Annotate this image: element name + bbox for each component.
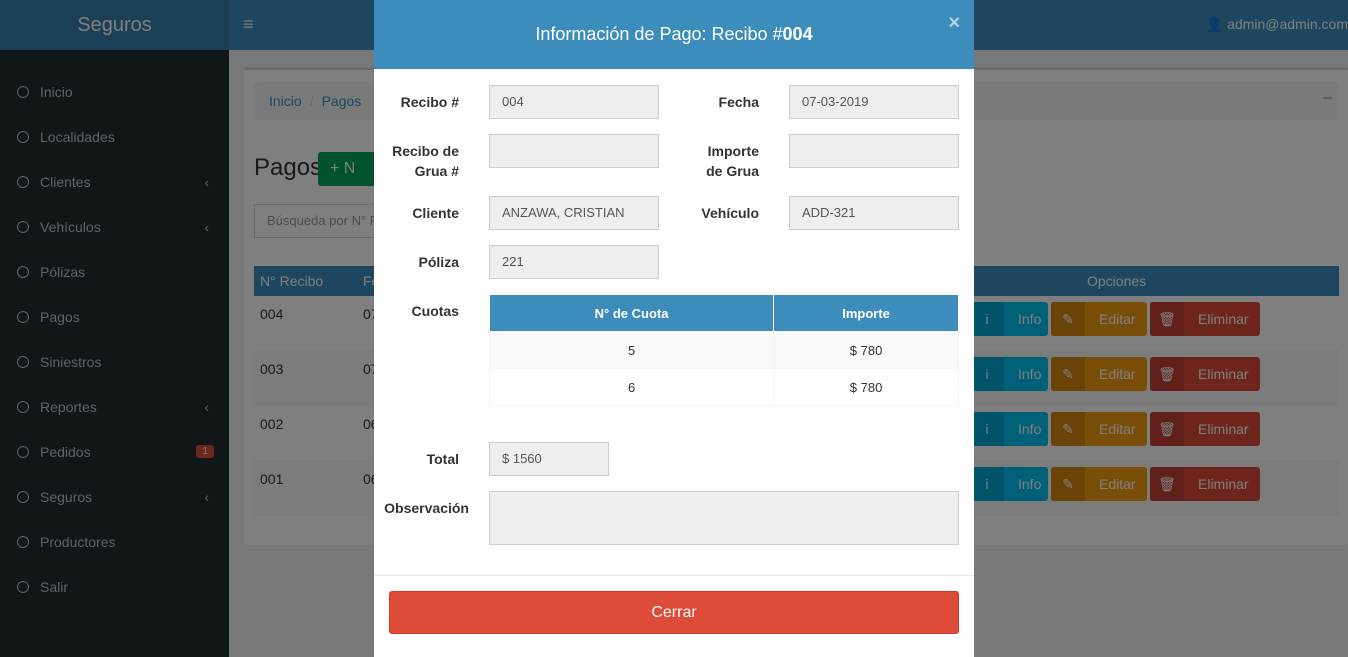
modal-title-prefix: Información de Pago: Recibo # bbox=[535, 24, 783, 44]
vehiculo-field[interactable]: ADD-321 bbox=[789, 196, 959, 230]
column-header-cuota: N° de Cuota bbox=[488, 294, 775, 332]
column-header-importe: Importe bbox=[773, 294, 959, 332]
cuota-importe: $ 780 bbox=[773, 368, 959, 406]
observacion-textarea[interactable] bbox=[489, 491, 959, 545]
grua-importe-field[interactable] bbox=[789, 134, 959, 168]
payment-info-modal: Información de Pago: Recibo #004 × Recib… bbox=[374, 0, 974, 657]
label-observacion: Observación bbox=[384, 500, 469, 516]
label-grua-recibo: Recibo de Grua # bbox=[392, 143, 459, 179]
table-row: 6 $ 780 bbox=[488, 368, 959, 406]
modal-header: Información de Pago: Recibo #004 bbox=[374, 0, 974, 69]
cliente-field[interactable]: ANZAWA, CRISTIAN bbox=[489, 196, 659, 230]
label-fecha: Fecha bbox=[718, 94, 759, 110]
recibo-field[interactable]: 004 bbox=[489, 85, 659, 119]
fecha-field[interactable]: 07-03-2019 bbox=[789, 85, 959, 119]
modal-footer bbox=[374, 575, 974, 576]
close-button[interactable]: Cerrar bbox=[389, 591, 959, 634]
modal-title-number: 004 bbox=[782, 24, 813, 44]
label-recibo: Recibo # bbox=[400, 94, 459, 110]
label-grua-importe: Importe de Grua bbox=[706, 143, 759, 179]
cuotas-table: N° de Cuota Importe 5 $ 780 6 $ 780 bbox=[488, 294, 959, 406]
label-cuotas: Cuotas bbox=[411, 303, 459, 319]
cuota-number: 6 bbox=[488, 368, 775, 406]
grua-recibo-field[interactable] bbox=[489, 134, 659, 168]
table-row: 5 $ 780 bbox=[488, 331, 959, 369]
label-cliente: Cliente bbox=[412, 205, 459, 221]
modal-title: Información de Pago: Recibo #004 bbox=[535, 24, 812, 45]
total-field[interactable]: $ 1560 bbox=[489, 442, 609, 476]
label-vehiculo: Vehículo bbox=[701, 205, 759, 221]
close-icon[interactable]: × bbox=[948, 12, 960, 35]
cuota-number: 5 bbox=[488, 331, 775, 369]
poliza-field[interactable]: 221 bbox=[489, 245, 659, 279]
cuota-importe: $ 780 bbox=[773, 331, 959, 369]
label-poliza: Póliza bbox=[418, 254, 459, 270]
label-total: Total bbox=[426, 451, 459, 467]
